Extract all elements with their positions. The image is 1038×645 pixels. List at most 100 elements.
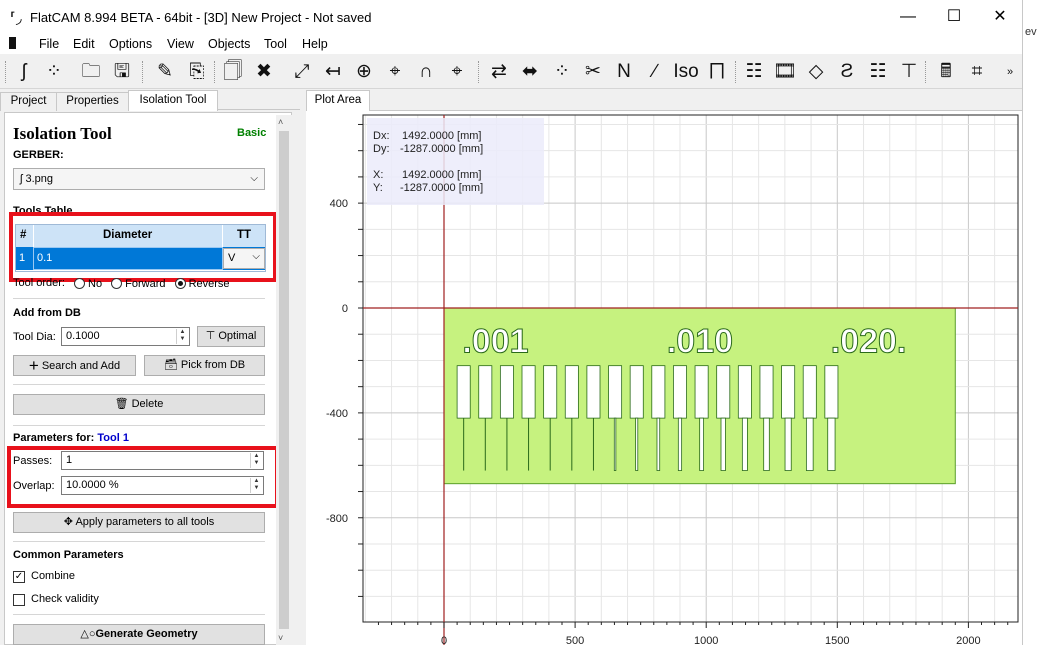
pick-from-db-button[interactable]: 🗃 Pick from DB [144, 355, 265, 376]
window-menu-icon[interactable] [9, 37, 21, 49]
delete-button[interactable]: 🗑 Delete [13, 394, 265, 415]
notebook-tabs: Project Properties Isolation Tool [0, 90, 300, 111]
pad [824, 365, 839, 419]
plot-canvas[interactable]: .001 .010 .020. 0 500 1000 1500 2000 400 0 -400 -8… [306, 110, 1022, 645]
menu-edit[interactable]: Edit [73, 37, 95, 51]
edit-icon[interactable]: ✎ [152, 60, 178, 84]
panel-title: Isolation Tool [13, 124, 112, 143]
maximize-button[interactable]: ☐ [934, 6, 974, 28]
main-toolbar: ʃ ⁘ 🗀 🖫 ✎ ⎘ 🗍 ✖ ⤢ ↤ ⊕ ⌖ ∩ ⌖ ⇄ ⬌ ⁘ ✂ N ∕ … [0, 55, 1022, 89]
tab-properties[interactable]: Properties [56, 92, 129, 111]
menu-options[interactable]: Options [109, 37, 152, 51]
trace [784, 417, 792, 471]
close-button[interactable]: ✕ [980, 6, 1020, 28]
scrollbar-thumb[interactable] [279, 131, 289, 629]
highlight-annotation-tools-table [9, 212, 277, 282]
scroll-up-icon[interactable]: ˄ [278, 117, 283, 127]
generate-geometry-label: Generate Geometry [95, 628, 198, 640]
more-icon[interactable]: » [1003, 60, 1017, 84]
cut-icon[interactable]: ✂ [580, 60, 606, 84]
tool-order-forward-radio[interactable] [111, 278, 123, 289]
apply-parameters-button[interactable]: ✥ Apply parameters to all tools [13, 512, 265, 533]
y-tick-label: 0 [342, 303, 348, 315]
check-validity-checkbox[interactable] [13, 594, 25, 606]
add-from-db-label: Add from DB [13, 307, 81, 319]
background-window-edge: ev [1022, 0, 1038, 645]
combine-checkbox[interactable]: ✓ [13, 571, 25, 583]
align-icon[interactable]: ⬌ [517, 60, 543, 84]
database-search-icon: 🗃 [163, 359, 178, 371]
minimize-button[interactable]: — [888, 6, 928, 28]
x-tick-label: 1500 [825, 635, 849, 645]
drill-icon[interactable]: ⊤ [896, 60, 922, 84]
solder-icon[interactable]: ⨅ [704, 60, 730, 84]
menu-file[interactable]: File [39, 37, 59, 51]
delete-x-icon[interactable]: ✖ [251, 60, 277, 84]
tool-order-reverse-radio[interactable] [174, 278, 186, 289]
resize-icon[interactable]: ⤢ [289, 60, 315, 84]
crop-icon[interactable]: ⌗ [964, 60, 990, 84]
film-icon[interactable]: 🎞 [772, 60, 798, 84]
apply-all-icon: ✥ [63, 516, 73, 528]
open-gerber-icon[interactable]: ʃ [11, 60, 37, 84]
y-tick-label: -400 [326, 408, 348, 420]
tool-order-no-radio[interactable] [74, 278, 86, 289]
menu-view[interactable]: View [167, 37, 194, 51]
board-text-label: .001 [462, 323, 528, 361]
pad [608, 365, 623, 419]
pad [521, 365, 536, 419]
new-page-icon[interactable]: 🗍 [220, 60, 246, 84]
tool-icon: ⊤ [205, 330, 216, 342]
check-validity-label: Check validity [31, 593, 99, 605]
new-geometry-icon[interactable]: ⁘ [41, 60, 67, 84]
divider [13, 614, 265, 615]
tab-project[interactable]: Project [0, 92, 57, 111]
grid-points-icon[interactable]: ⁘ [549, 60, 575, 84]
menu-objects[interactable]: Objects [208, 37, 250, 51]
menu-tool[interactable]: Tool [264, 37, 287, 51]
pad [737, 365, 752, 419]
scroll-down-icon[interactable]: ˅ [278, 633, 283, 643]
parameters-tool-name: Tool 1 [97, 432, 129, 444]
open-folder-icon[interactable]: 🗀 [78, 60, 104, 84]
parameters-for-label: Parameters for: [13, 432, 95, 444]
iso-icon[interactable]: Iso [673, 60, 699, 84]
tab-plot-area[interactable]: Plot Area [306, 90, 370, 111]
pad [781, 365, 796, 419]
gerber-object-select[interactable]: ʃ︎ 3.png ⌵ [13, 168, 265, 190]
rules-icon[interactable]: Ƨ [834, 60, 860, 84]
eraser-icon[interactable]: ◇ [803, 60, 829, 84]
search-and-add-button[interactable]: + Search and Add [13, 355, 136, 376]
tool-dia-input[interactable]: 0.1000 ▲ ▼ [61, 327, 190, 346]
pad [586, 365, 601, 419]
panel-scrollbar[interactable]: ˄ ˅ [276, 115, 292, 645]
pad [564, 365, 579, 419]
mode-label[interactable]: Basic [237, 127, 266, 139]
trace [741, 417, 748, 471]
menu-help[interactable]: Help [302, 37, 328, 51]
flatcam-logo-icon: ⸢◞ [10, 10, 22, 27]
refresh-icon[interactable]: ⇄ [486, 60, 512, 84]
generate-geometry-button[interactable]: △○Generate Geometry [13, 624, 265, 645]
calculator-icon[interactable]: 🖩 [933, 60, 959, 84]
tool-order-no-label: No [88, 278, 103, 290]
spin-arrows-icon[interactable]: ▲ ▼ [176, 329, 188, 344]
report-icon[interactable]: ☷ [865, 60, 891, 84]
background-window-text: ev [1025, 26, 1037, 38]
copy-icon[interactable]: ⎘ [184, 60, 210, 84]
magnet-icon[interactable]: ∩ [413, 60, 439, 84]
pcb-icon[interactable]: ☷ [741, 60, 767, 84]
ncc-icon[interactable]: N [611, 60, 637, 84]
crosshair-icon[interactable]: ⌖ [382, 60, 408, 84]
x-tick-label: 2000 [956, 635, 980, 645]
distance-icon[interactable]: ↤ [320, 60, 346, 84]
paint-icon[interactable]: ∕ [642, 60, 668, 84]
optimal-button[interactable]: ⊤ Optimal [197, 326, 265, 347]
trace [635, 417, 639, 471]
pad [673, 365, 687, 419]
map-pin-icon[interactable]: ⌖ [444, 60, 470, 84]
tab-isolation-tool[interactable]: Isolation Tool [128, 90, 218, 111]
save-icon[interactable]: 🖫 [109, 60, 135, 84]
target-icon[interactable]: ⊕ [351, 60, 377, 84]
tool-dia-label: Tool Dia: [13, 331, 56, 343]
